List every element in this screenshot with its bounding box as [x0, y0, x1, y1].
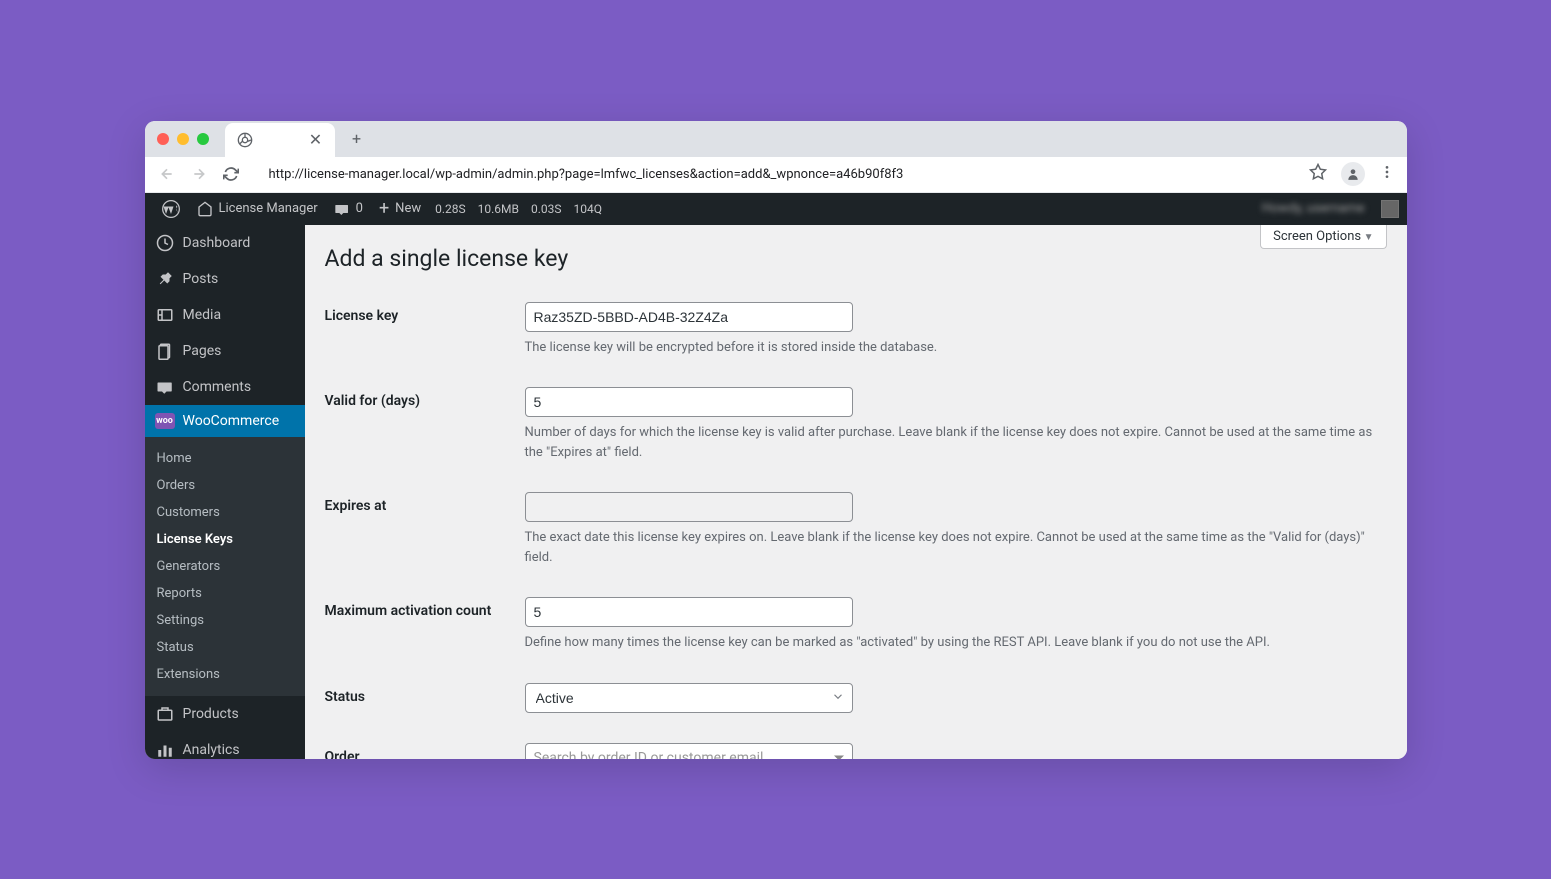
woocommerce-icon: woo [155, 413, 175, 429]
admin-sidebar: Dashboard Posts Media Pages Comments [145, 225, 305, 759]
license-key-input[interactable] [525, 302, 853, 332]
submenu-generators[interactable]: Generators [145, 553, 305, 580]
submenu-license-keys[interactable]: License Keys [145, 526, 305, 553]
perf-stat-time1: 0.28S [429, 202, 472, 216]
wp-admin-bar: License Manager 0 + New 0.28S 10.6MB 0.0… [145, 193, 1407, 225]
sidebar-item-label: WooCommerce [183, 413, 280, 429]
expires-at-desc: The exact date this license key expires … [525, 528, 1385, 567]
valid-for-input[interactable] [525, 387, 853, 417]
window-controls [157, 133, 209, 145]
submenu-home[interactable]: Home [145, 445, 305, 472]
new-content-link[interactable]: + New [371, 193, 429, 225]
dashboard-icon [155, 233, 175, 253]
url-input[interactable]: http://license-manager.local/wp-admin/ad… [253, 160, 1297, 188]
browser-tab[interactable]: ✕ [225, 123, 335, 157]
order-label: Order [325, 743, 525, 759]
perf-stat-queries: 104Q [568, 202, 609, 216]
sidebar-item-label: Products [183, 706, 239, 722]
submenu-status[interactable]: Status [145, 634, 305, 661]
order-select[interactable]: Search by order ID or customer email [525, 743, 853, 759]
sidebar-item-posts[interactable]: Posts [145, 261, 305, 297]
sidebar-item-woocommerce[interactable]: woo WooCommerce [145, 405, 305, 437]
status-select[interactable]: Active [525, 683, 853, 713]
perf-stat-time2: 0.03S [525, 202, 568, 216]
browser-window: ✕ + http://license-manager.local/wp-admi… [145, 121, 1407, 759]
sidebar-item-comments[interactable]: Comments [145, 369, 305, 405]
sidebar-item-products[interactable]: Products [145, 696, 305, 732]
expires-at-input[interactable] [525, 492, 853, 522]
reload-button[interactable] [221, 164, 241, 184]
media-icon [155, 305, 175, 325]
minimize-window-button[interactable] [177, 133, 189, 145]
submenu-extensions[interactable]: Extensions [145, 661, 305, 688]
sidebar-item-media[interactable]: Media [145, 297, 305, 333]
products-icon [155, 704, 175, 724]
status-label: Status [325, 683, 525, 705]
screen-options-button[interactable]: Screen Options [1260, 225, 1386, 249]
new-tab-button[interactable]: + [343, 125, 371, 153]
sidebar-item-label: Posts [183, 271, 219, 287]
main-content: Screen Options Add a single license key … [305, 225, 1407, 759]
page-title: Add a single license key [325, 225, 1387, 287]
comment-icon [155, 377, 175, 397]
max-activation-desc: Define how many times the license key ca… [525, 633, 1385, 653]
browser-tabstrip: ✕ + [145, 121, 1407, 157]
analytics-icon [155, 740, 175, 759]
site-name-text: License Manager [219, 201, 318, 216]
valid-for-label: Valid for (days) [325, 387, 525, 409]
maximize-window-button[interactable] [197, 133, 209, 145]
sidebar-item-label: Media [183, 307, 222, 323]
comments-link[interactable]: 0 [326, 193, 371, 225]
sidebar-item-label: Pages [183, 343, 222, 359]
sidebar-item-label: Dashboard [183, 235, 251, 251]
account-link[interactable]: Howdy, username [1254, 193, 1373, 225]
perf-stat-memory: 10.6MB [472, 202, 525, 216]
address-bar: http://license-manager.local/wp-admin/ad… [145, 157, 1407, 193]
close-window-button[interactable] [157, 133, 169, 145]
max-activation-input[interactable] [525, 597, 853, 627]
menu-icon[interactable] [1379, 164, 1395, 184]
sidebar-item-label: Analytics [183, 742, 240, 758]
expires-at-label: Expires at [325, 492, 525, 514]
wp-logo-icon[interactable] [153, 193, 189, 225]
submenu-reports[interactable]: Reports [145, 580, 305, 607]
order-placeholder: Search by order ID or customer email [534, 750, 764, 759]
pin-icon [155, 269, 175, 289]
dropdown-arrow-icon [834, 755, 844, 759]
license-key-label: License key [325, 302, 525, 324]
max-activation-label: Maximum activation count [325, 597, 525, 619]
pages-icon [155, 341, 175, 361]
sidebar-item-analytics[interactable]: Analytics [145, 732, 305, 759]
new-label: New [395, 201, 421, 216]
submenu-settings[interactable]: Settings [145, 607, 305, 634]
profile-icon[interactable] [1341, 162, 1365, 186]
sidebar-item-pages[interactable]: Pages [145, 333, 305, 369]
submenu-orders[interactable]: Orders [145, 472, 305, 499]
valid-for-desc: Number of days for which the license key… [525, 423, 1385, 462]
chrome-icon [237, 132, 253, 148]
sidebar-item-label: Comments [183, 379, 252, 395]
back-button[interactable] [157, 164, 177, 184]
comment-count: 0 [356, 201, 363, 216]
close-tab-icon[interactable]: ✕ [309, 133, 323, 147]
site-name-link[interactable]: License Manager [189, 193, 326, 225]
sidebar-item-dashboard[interactable]: Dashboard [145, 225, 305, 261]
forward-button[interactable] [189, 164, 209, 184]
user-avatar-icon[interactable] [1381, 200, 1399, 218]
submenu-customers[interactable]: Customers [145, 499, 305, 526]
license-key-desc: The license key will be encrypted before… [525, 338, 1385, 358]
star-icon[interactable] [1309, 163, 1327, 185]
woocommerce-submenu: Home Orders Customers License Keys Gener… [145, 437, 305, 696]
